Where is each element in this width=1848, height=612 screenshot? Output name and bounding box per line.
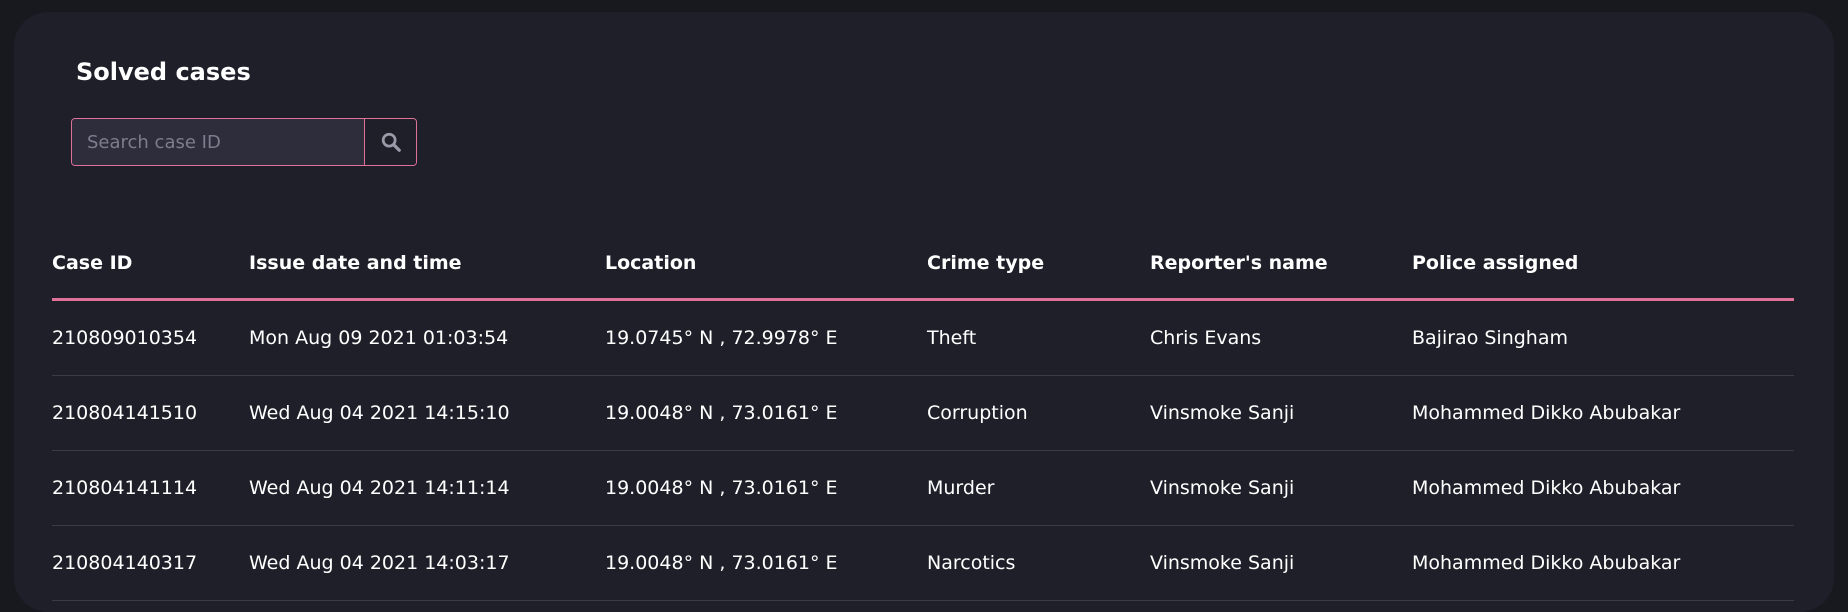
- column-header-location[interactable]: Location: [605, 228, 927, 301]
- column-header-reporter-name[interactable]: Reporter's name: [1150, 228, 1412, 301]
- issue-date-cell: Wed Aug 04 2021 14:03:17: [249, 525, 605, 601]
- crime-type-cell: Murder: [927, 450, 1150, 526]
- table-row[interactable]: 210809010354 Mon Aug 09 2021 01:03:54 19…: [52, 299, 1794, 376]
- location-cell: 19.0048° N , 73.0161° E: [605, 450, 927, 526]
- column-header-crime-type[interactable]: Crime type: [927, 228, 1150, 301]
- reporter-name-cell: Vinsmoke Sanji: [1150, 450, 1412, 526]
- location-cell: 19.0745° N , 72.9978° E: [605, 299, 927, 376]
- column-header-issue-date[interactable]: Issue date and time: [249, 228, 605, 301]
- search-input[interactable]: [72, 119, 364, 165]
- crime-type-cell: Narcotics: [927, 525, 1150, 601]
- search-icon: [381, 132, 401, 152]
- issue-date-cell: Wed Aug 04 2021 14:15:10: [249, 375, 605, 451]
- column-header-case-id[interactable]: Case ID: [52, 228, 249, 301]
- crime-type-cell: Theft: [927, 299, 1150, 376]
- reporter-name-cell: Vinsmoke Sanji: [1150, 525, 1412, 601]
- case-id-cell: 210804141114: [52, 450, 249, 526]
- table-row[interactable]: 210804141114 Wed Aug 04 2021 14:11:14 19…: [52, 450, 1794, 526]
- cases-table: Case ID Issue date and time Location Cri…: [52, 228, 1794, 601]
- location-cell: 19.0048° N , 73.0161° E: [605, 375, 927, 451]
- panel-title: Solved cases: [76, 58, 251, 86]
- case-id-cell: 210804140317: [52, 525, 249, 601]
- table-row[interactable]: 210804140317 Wed Aug 04 2021 14:03:17 19…: [52, 525, 1794, 601]
- issue-date-cell: Wed Aug 04 2021 14:11:14: [249, 450, 605, 526]
- reporter-name-cell: Vinsmoke Sanji: [1150, 375, 1412, 451]
- search-button[interactable]: [364, 119, 416, 165]
- police-assigned-cell: Bajirao Singham: [1412, 299, 1794, 376]
- table-row[interactable]: 210804141510 Wed Aug 04 2021 14:15:10 19…: [52, 375, 1794, 451]
- case-id-cell: 210804141510: [52, 375, 249, 451]
- solved-cases-panel: Solved cases Case ID Issue date and time…: [14, 12, 1834, 612]
- case-id-cell: 210809010354: [52, 299, 249, 376]
- search-bar: [71, 118, 417, 166]
- issue-date-cell: Mon Aug 09 2021 01:03:54: [249, 299, 605, 376]
- column-header-police-assigned[interactable]: Police assigned: [1412, 228, 1794, 301]
- table-header-row: Case ID Issue date and time Location Cri…: [52, 228, 1794, 301]
- reporter-name-cell: Chris Evans: [1150, 299, 1412, 376]
- location-cell: 19.0048° N , 73.0161° E: [605, 525, 927, 601]
- police-assigned-cell: Mohammed Dikko Abubakar: [1412, 375, 1794, 451]
- police-assigned-cell: Mohammed Dikko Abubakar: [1412, 450, 1794, 526]
- crime-type-cell: Corruption: [927, 375, 1150, 451]
- police-assigned-cell: Mohammed Dikko Abubakar: [1412, 525, 1794, 601]
